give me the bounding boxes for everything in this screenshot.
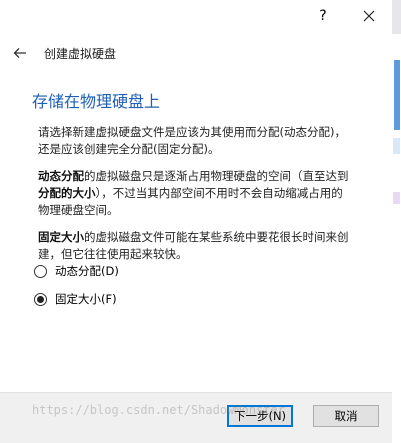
fixed-size-term: 固定大小 — [38, 230, 84, 244]
description-paragraph-3: 固定大小的虚拟磁盘文件可能在某些系统中要花很长时间来创建，但它往往使用起来较快。 — [38, 230, 349, 261]
allocation-options: 动态分配(D) 固定大小(F) — [34, 262, 119, 318]
description-paragraph-1: 请选择新建虚拟硬盘文件是应该为其使用而分配(动态分配)，还是应该创建完全分配(固… — [38, 125, 346, 156]
button-bar: 下一步(N) 取消 — [0, 392, 392, 443]
option-dynamic-label: 动态分配(D) — [55, 264, 119, 278]
allocated-size-term: 分配的大小 — [38, 186, 96, 200]
help-label: ? — [319, 8, 327, 24]
radio-dynamic[interactable] — [34, 264, 47, 278]
description: 请选择新建虚拟硬盘文件是应该为其使用而分配(动态分配)，还是应该创建完全分配(固… — [38, 124, 350, 273]
title-bar: ? — [0, 0, 392, 32]
background-window-edge — [392, 0, 401, 442]
back-button[interactable] — [10, 43, 30, 63]
description-paragraph-2: 动态分配的虚拟磁盘只是逐渐占用物理硬盘的空间（直至达到分配的大小），不过当其内部… — [38, 169, 349, 217]
radio-selected-dot — [37, 295, 44, 303]
next-button[interactable]: 下一步(N) — [227, 405, 293, 427]
close-button[interactable] — [346, 0, 392, 32]
wizard-title: 创建虚拟硬盘 — [44, 46, 117, 61]
option-dynamic[interactable]: 动态分配(D) — [34, 262, 119, 280]
close-icon — [363, 7, 375, 26]
wizard-nav: 创建虚拟硬盘 — [10, 42, 116, 64]
page-heading: 存储在物理硬盘上 — [32, 92, 161, 111]
create-virtual-disk-dialog: ? 创建虚拟硬盘 存储在物理硬盘上 请选择新建虚拟硬盘文件是应该为其使用而分配(… — [0, 0, 392, 443]
help-button[interactable]: ? — [300, 0, 346, 32]
dynamic-term: 动态分配 — [38, 169, 84, 183]
radio-fixed[interactable] — [34, 292, 47, 306]
option-fixed[interactable]: 固定大小(F) — [34, 290, 119, 308]
back-arrow-icon — [13, 44, 27, 63]
option-fixed-label: 固定大小(F) — [55, 292, 117, 306]
cancel-button[interactable]: 取消 — [313, 405, 379, 427]
